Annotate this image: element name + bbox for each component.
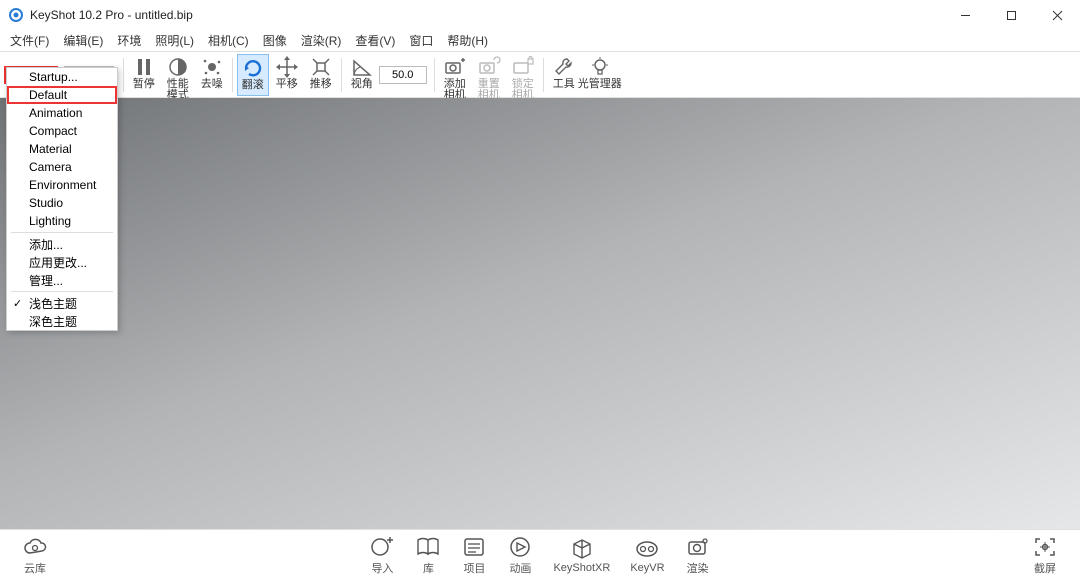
focal-length-input[interactable] [379, 66, 427, 84]
toolbar-separator [232, 58, 233, 92]
bottom-bar: 云库 导入 库 项目 动画 KeyShotXR KeyVR 渲染 截屏 [0, 529, 1080, 581]
menu-view[interactable]: 查看(V) [351, 30, 399, 51]
workspace-item-camera[interactable]: Camera [7, 158, 117, 176]
light-manager-button[interactable]: 光管理器 [582, 54, 618, 96]
pan-button[interactable]: 平移 [271, 54, 303, 96]
reset-camera-button[interactable]: 重置 相机 [473, 54, 505, 96]
camera-reset-icon [477, 56, 501, 78]
import-icon [369, 535, 395, 559]
crosshair-icon [1032, 535, 1058, 559]
vr-icon [634, 537, 660, 561]
toolbar-separator [341, 58, 342, 92]
denoise-button[interactable]: 去噪 [196, 54, 228, 96]
workspace-item-environment[interactable]: Environment [7, 176, 117, 194]
menu-help[interactable]: 帮助(H) [443, 30, 492, 51]
menu-separator [11, 291, 113, 292]
workspace-item-studio[interactable]: Studio [7, 194, 117, 212]
camera-plus-icon [443, 56, 467, 78]
camera-lock-icon [511, 56, 535, 78]
title-bar: KeyShot 10.2 Pro - untitled.bip [0, 0, 1080, 30]
cloud-icon [22, 535, 48, 559]
maximize-button[interactable] [988, 0, 1034, 30]
tumble-button[interactable]: 翻滚 [237, 54, 269, 96]
import-button[interactable]: 导入 [369, 535, 395, 576]
play-circle-icon [507, 535, 533, 559]
dolly-button[interactable]: 推移 [305, 54, 337, 96]
window-controls [942, 0, 1080, 30]
toolbar-separator [434, 58, 435, 92]
dolly-icon [309, 56, 333, 78]
menu-bar: 文件(F) 编辑(E) 环境 照明(L) 相机(C) 图像 渲染(R) 查看(V… [0, 30, 1080, 52]
toolbar-separator [123, 58, 124, 92]
wrench-icon [552, 56, 576, 78]
close-button[interactable] [1034, 0, 1080, 30]
camera-render-icon [685, 535, 711, 559]
screenshot-button[interactable]: 截屏 [1032, 535, 1058, 576]
workspace-item-animation[interactable]: Animation [7, 104, 117, 122]
performance-mode-button[interactable]: 性能 模式 [162, 54, 194, 96]
workspace-item-compact[interactable]: Compact [7, 122, 117, 140]
angle-icon [350, 56, 374, 78]
lock-camera-button[interactable]: 锁定 相机 [507, 54, 539, 96]
keyshotxr-button[interactable]: KeyShotXR [553, 537, 610, 574]
pause-button[interactable]: 暂停 [128, 54, 160, 96]
minimize-button[interactable] [942, 0, 988, 30]
workspace-item-startup[interactable]: Startup... [7, 68, 117, 86]
workspace-item-material[interactable]: Material [7, 140, 117, 158]
list-icon [461, 535, 487, 559]
toolbar-separator [543, 58, 544, 92]
workspace-apply[interactable]: 应用更改... [7, 253, 117, 271]
menu-separator [11, 232, 113, 233]
move-icon [275, 56, 299, 78]
toolbar: Startup▾ 100 %▾ 暂停 性能 模式 去噪 翻滚 平移 推移 视角 … [0, 52, 1080, 98]
workspace-item-default[interactable]: Default [7, 86, 117, 104]
theme-dark[interactable]: 深色主题 [7, 312, 117, 330]
render-button[interactable]: 渲染 [685, 535, 711, 576]
cube-icon [569, 537, 595, 561]
workspace-item-lighting[interactable]: Lighting [7, 212, 117, 230]
menu-file[interactable]: 文件(F) [6, 30, 53, 51]
animation-button[interactable]: 动画 [507, 535, 533, 576]
check-icon: ✓ [13, 297, 22, 310]
library-button[interactable]: 库 [415, 535, 441, 576]
app-title: KeyShot 10.2 Pro - untitled.bip [30, 8, 193, 22]
workspace-add[interactable]: 添加... [7, 235, 117, 253]
half-circle-icon [166, 56, 190, 78]
project-button[interactable]: 项目 [461, 535, 487, 576]
menu-render[interactable]: 渲染(R) [297, 30, 346, 51]
menu-window[interactable]: 窗口 [405, 30, 437, 51]
tools-button[interactable]: 工具 [548, 54, 580, 96]
workspace-menu: Startup... Default Animation Compact Mat… [6, 67, 118, 331]
menu-camera[interactable]: 相机(C) [204, 30, 253, 51]
theme-light[interactable]: ✓浅色主题 [7, 294, 117, 312]
menu-lighting[interactable]: 照明(L) [151, 30, 198, 51]
fov-button[interactable]: 视角 [346, 54, 378, 96]
add-camera-button[interactable]: 添加 相机 [439, 54, 471, 96]
menu-environment[interactable]: 环境 [113, 30, 145, 51]
menu-edit[interactable]: 编辑(E) [59, 30, 107, 51]
pause-icon [132, 56, 156, 78]
workspace-manage[interactable]: 管理... [7, 271, 117, 289]
sparkle-icon [200, 56, 224, 78]
book-icon [415, 535, 441, 559]
render-viewport[interactable] [0, 98, 1080, 529]
cloud-library-button[interactable]: 云库 [22, 535, 48, 576]
rotate-icon [241, 57, 265, 79]
menu-image[interactable]: 图像 [259, 30, 291, 51]
lightbulb-icon [588, 56, 612, 78]
keyvr-button[interactable]: KeyVR [630, 537, 664, 574]
app-logo-icon [8, 7, 24, 23]
